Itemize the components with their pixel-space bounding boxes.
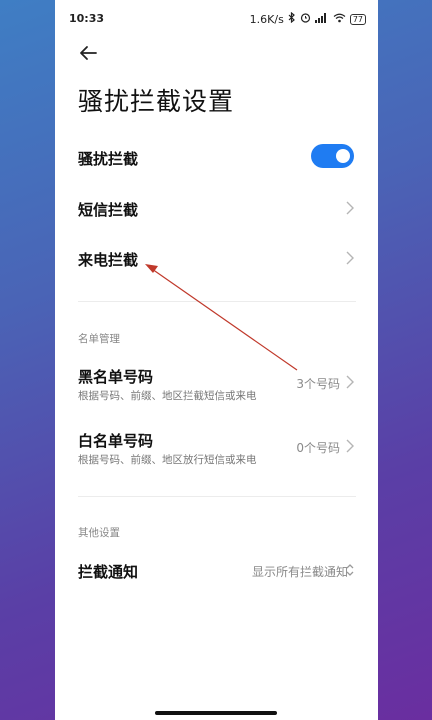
bluetooth-icon — [288, 11, 296, 26]
alarm-icon — [300, 12, 311, 26]
home-indicator[interactable] — [155, 711, 277, 715]
blacklist-row[interactable]: 黑名单号码 根据号码、前缀、地区拦截短信或来电 3个号码 — [55, 360, 378, 406]
page-title: 骚扰拦截设置 — [78, 87, 235, 116]
dropdown-updown-icon — [346, 564, 354, 576]
whitelist-row[interactable]: 白名单号码 根据号码、前缀、地区放行短信或来电 0个号码 — [55, 424, 378, 470]
whitelist-description: 根据号码、前缀、地区放行短信或来电 — [78, 454, 257, 466]
chevron-right-icon — [346, 375, 354, 389]
status-time: 10:33 — [69, 12, 105, 25]
whitelist-count: 0个号码 — [296, 441, 340, 455]
back-button[interactable] — [73, 38, 103, 68]
call-block-label: 来电拦截 — [78, 251, 139, 269]
block-notification-row[interactable]: 拦截通知 显示所有拦截通知 — [55, 553, 378, 589]
blacklist-label: 黑名单号码 — [78, 368, 154, 386]
harassment-block-label: 骚扰拦截 — [78, 150, 139, 168]
chevron-right-icon — [346, 439, 354, 453]
back-arrow-icon — [80, 46, 97, 60]
other-settings-header: 其他设置 — [78, 527, 120, 539]
chevron-right-icon — [346, 201, 354, 215]
wifi-icon — [333, 13, 346, 26]
signal-icon — [314, 12, 329, 26]
battery-indicator: 77 — [349, 13, 366, 25]
sms-block-label: 短信拦截 — [78, 201, 139, 219]
chevron-right-icon — [346, 251, 354, 265]
blacklist-description: 根据号码、前缀、地区拦截短信或来电 — [78, 390, 257, 402]
call-block-row[interactable]: 来电拦截 — [55, 240, 378, 278]
status-icons: 1.6K/s 77 — [249, 11, 366, 26]
blacklist-count: 3个号码 — [296, 377, 340, 391]
block-notification-label: 拦截通知 — [78, 563, 139, 581]
list-management-header: 名单管理 — [78, 333, 120, 345]
settings-screen: 10:33 1.6K/s 77 骚扰拦截设置 骚扰拦截 短信拦截 来电拦截 名单… — [55, 0, 378, 720]
status-bar: 10:33 1.6K/s 77 — [55, 0, 378, 38]
whitelist-label: 白名单号码 — [78, 432, 154, 450]
harassment-block-toggle[interactable] — [311, 144, 354, 168]
block-notification-value: 显示所有拦截通知 — [251, 565, 348, 579]
divider — [78, 496, 356, 497]
divider — [78, 301, 356, 302]
toggle-knob — [336, 149, 350, 163]
sms-block-row[interactable]: 短信拦截 — [55, 190, 378, 228]
network-speed: 1.6K/s — [249, 12, 284, 26]
